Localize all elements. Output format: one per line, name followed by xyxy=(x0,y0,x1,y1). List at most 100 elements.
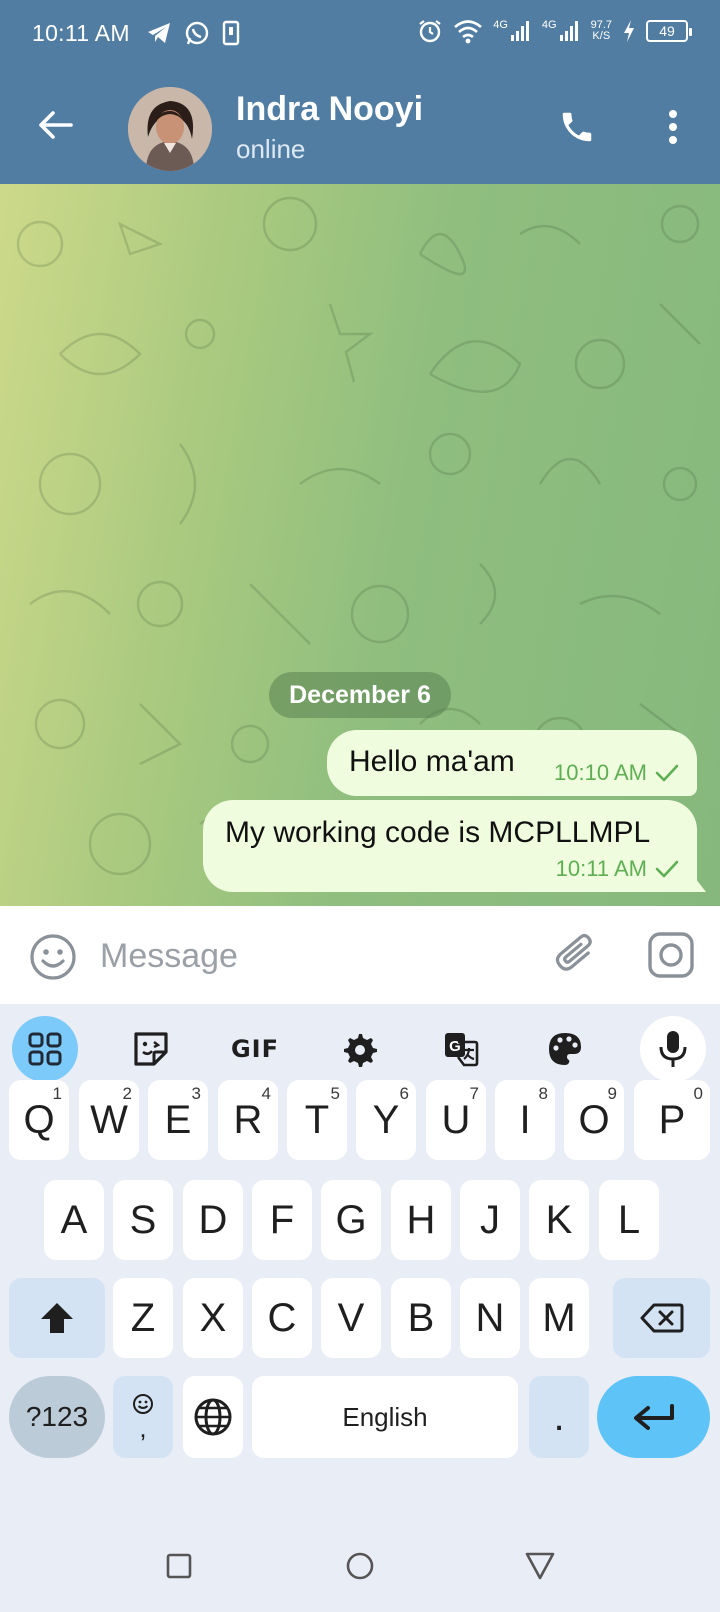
key-l[interactable]: L xyxy=(599,1180,659,1260)
contact-name[interactable]: Indra Nooyi xyxy=(236,90,423,129)
key-label: E xyxy=(164,1097,192,1142)
more-options-button[interactable] xyxy=(648,102,698,152)
contact-status: online xyxy=(236,134,306,164)
key-hint: 9 xyxy=(607,1084,617,1103)
key-hint: 6 xyxy=(399,1084,409,1103)
key-u[interactable]: U7 xyxy=(426,1080,486,1160)
status-time: 10:11 AM xyxy=(32,20,130,46)
key-hint: 4 xyxy=(261,1084,271,1103)
key-hint: 8 xyxy=(538,1084,548,1103)
emoji-comma-key[interactable]: , xyxy=(113,1376,173,1458)
home-button[interactable] xyxy=(340,1546,380,1586)
key-label: W xyxy=(90,1097,128,1142)
backspace-key[interactable] xyxy=(613,1278,710,1358)
apps-grid-icon xyxy=(28,1032,62,1066)
chat-header: Indra Nooyi online xyxy=(0,70,720,184)
voice-input-button[interactable] xyxy=(640,1016,706,1082)
whatsapp-icon xyxy=(185,21,209,45)
call-button[interactable] xyxy=(552,102,602,152)
key-b[interactable]: B xyxy=(391,1278,451,1358)
key-i[interactable]: I8 xyxy=(495,1080,555,1160)
translate-button[interactable]: G xyxy=(428,1016,494,1082)
gif-button[interactable]: GIF xyxy=(222,1016,288,1082)
speed-unit: K/S xyxy=(592,30,611,42)
avatar-photo-icon xyxy=(128,87,212,171)
key-c[interactable]: C xyxy=(252,1278,312,1358)
telegram-icon xyxy=(148,23,170,43)
back-nav-button[interactable] xyxy=(520,1546,560,1586)
theme-button[interactable] xyxy=(532,1016,598,1082)
status-system-icons: 4G 4G 97.7 K/S 49 xyxy=(417,18,692,44)
language-key[interactable] xyxy=(183,1376,243,1458)
contact-avatar[interactable] xyxy=(128,87,212,171)
symbols-key[interactable]: ?123 xyxy=(9,1376,105,1458)
signal-icon xyxy=(510,21,529,41)
apps-grid-button[interactable] xyxy=(12,1016,78,1082)
key-x[interactable]: X xyxy=(183,1278,243,1358)
back-button[interactable] xyxy=(30,100,80,150)
key-hint: 5 xyxy=(330,1084,340,1103)
network-type-1: 4G xyxy=(493,19,508,31)
message-bubble-outgoing[interactable]: My working code is MCPLLMPL 10:11 AM xyxy=(203,800,697,892)
key-v[interactable]: V xyxy=(321,1278,381,1358)
key-d[interactable]: D xyxy=(183,1180,243,1260)
battery-indicator: 49 xyxy=(646,20,692,42)
attach-button[interactable] xyxy=(552,930,602,980)
navigation-bar xyxy=(0,1520,720,1612)
recents-button[interactable] xyxy=(159,1546,199,1586)
phone-icon xyxy=(562,112,592,142)
wifi-icon xyxy=(454,20,483,44)
comma-label: , xyxy=(139,1413,147,1443)
message-bubble-outgoing[interactable]: Hello ma'am 10:10 AM xyxy=(327,730,697,796)
square-icon xyxy=(166,1553,192,1579)
shift-icon xyxy=(41,1303,73,1333)
circle-icon xyxy=(346,1552,374,1580)
network-type-2: 4G xyxy=(541,19,557,31)
key-hint: 0 xyxy=(693,1084,703,1103)
key-t[interactable]: T5 xyxy=(287,1080,347,1160)
key-label: P xyxy=(658,1097,686,1142)
translate-icon: G xyxy=(445,1033,479,1067)
signal-icon xyxy=(559,21,578,41)
key-q[interactable]: Q1 xyxy=(9,1080,69,1160)
paperclip-icon xyxy=(555,934,592,971)
smiley-icon xyxy=(30,934,76,980)
keyboard-settings-button[interactable] xyxy=(326,1016,392,1082)
emoji-button[interactable] xyxy=(28,932,78,982)
key-hint: 1 xyxy=(52,1084,62,1103)
key-h[interactable]: H xyxy=(391,1180,451,1260)
message-meta: 10:10 AM xyxy=(554,760,679,786)
key-e[interactable]: E3 xyxy=(148,1080,208,1160)
key-s[interactable]: S xyxy=(113,1180,173,1260)
key-n[interactable]: N xyxy=(460,1278,520,1358)
camera-button[interactable] xyxy=(646,930,696,980)
triangle-back-icon xyxy=(525,1552,555,1580)
key-g[interactable]: G xyxy=(321,1180,381,1260)
sticker-button[interactable] xyxy=(118,1016,184,1082)
period-key[interactable]: . xyxy=(529,1376,589,1458)
message-meta: 10:11 AM xyxy=(556,856,679,882)
message-input[interactable] xyxy=(100,930,520,982)
key-f[interactable]: F xyxy=(252,1180,312,1260)
key-m[interactable]: M xyxy=(529,1278,589,1358)
shift-key[interactable] xyxy=(9,1278,105,1358)
key-label: I xyxy=(519,1097,531,1142)
key-label: O xyxy=(578,1097,610,1142)
key-z[interactable]: Z xyxy=(113,1278,173,1358)
key-j[interactable]: J xyxy=(460,1180,520,1260)
key-r[interactable]: R4 xyxy=(218,1080,278,1160)
key-o[interactable]: O9 xyxy=(564,1080,624,1160)
svg-text:G: G xyxy=(449,1038,461,1055)
key-k[interactable]: K xyxy=(529,1180,589,1260)
space-key[interactable]: English xyxy=(252,1376,518,1458)
key-a[interactable]: A xyxy=(44,1180,104,1260)
date-separator: December 6 xyxy=(269,672,451,718)
key-hint: 7 xyxy=(469,1084,479,1103)
key-label: Q xyxy=(23,1097,55,1142)
chat-area[interactable]: December 6 Hello ma'am 10:10 AM My worki… xyxy=(0,184,720,906)
key-y[interactable]: Y6 xyxy=(356,1080,416,1160)
key-w[interactable]: W2 xyxy=(79,1080,139,1160)
enter-key[interactable] xyxy=(597,1376,710,1458)
key-p[interactable]: P0 xyxy=(634,1080,710,1160)
enter-arrow-icon xyxy=(633,1404,674,1430)
